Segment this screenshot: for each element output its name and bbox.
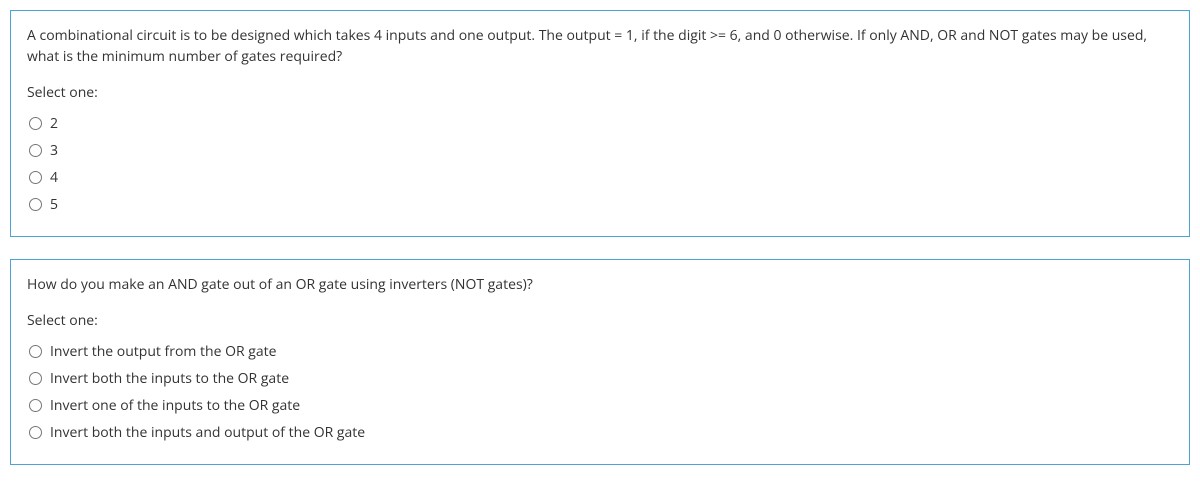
question-box-2: How do you make an AND gate out of an OR… [10, 259, 1190, 465]
radio-input[interactable] [29, 399, 42, 412]
options-group: Invert the output from the OR gate Inver… [27, 338, 1173, 446]
options-group: 2 3 4 5 [27, 110, 1173, 218]
option-row[interactable]: Invert both the inputs to the OR gate [27, 365, 1173, 392]
option-label: 4 [50, 168, 58, 187]
option-label: Invert both the inputs and output of the… [50, 423, 365, 442]
option-label: Invert both the inputs to the OR gate [50, 369, 289, 388]
radio-input[interactable] [29, 198, 42, 211]
select-one-label: Select one: [27, 83, 1173, 102]
radio-input[interactable] [29, 426, 42, 439]
question-text: A combinational circuit is to be designe… [27, 25, 1173, 67]
option-row[interactable]: Invert the output from the OR gate [27, 338, 1173, 365]
option-label: 2 [50, 114, 58, 133]
option-row[interactable]: 2 [27, 110, 1173, 137]
question-text: How do you make an AND gate out of an OR… [27, 274, 1173, 295]
option-label: 3 [50, 141, 58, 160]
option-row[interactable]: 5 [27, 191, 1173, 218]
option-row[interactable]: 3 [27, 137, 1173, 164]
radio-input[interactable] [29, 117, 42, 130]
radio-input[interactable] [29, 171, 42, 184]
option-row[interactable]: Invert both the inputs and output of the… [27, 419, 1173, 446]
radio-input[interactable] [29, 345, 42, 358]
option-label: Invert the output from the OR gate [50, 342, 276, 361]
option-row[interactable]: Invert one of the inputs to the OR gate [27, 392, 1173, 419]
radio-input[interactable] [29, 144, 42, 157]
option-label: 5 [50, 195, 58, 214]
option-label: Invert one of the inputs to the OR gate [50, 396, 300, 415]
option-row[interactable]: 4 [27, 164, 1173, 191]
question-box-1: A combinational circuit is to be designe… [10, 10, 1190, 237]
radio-input[interactable] [29, 372, 42, 385]
select-one-label: Select one: [27, 311, 1173, 330]
